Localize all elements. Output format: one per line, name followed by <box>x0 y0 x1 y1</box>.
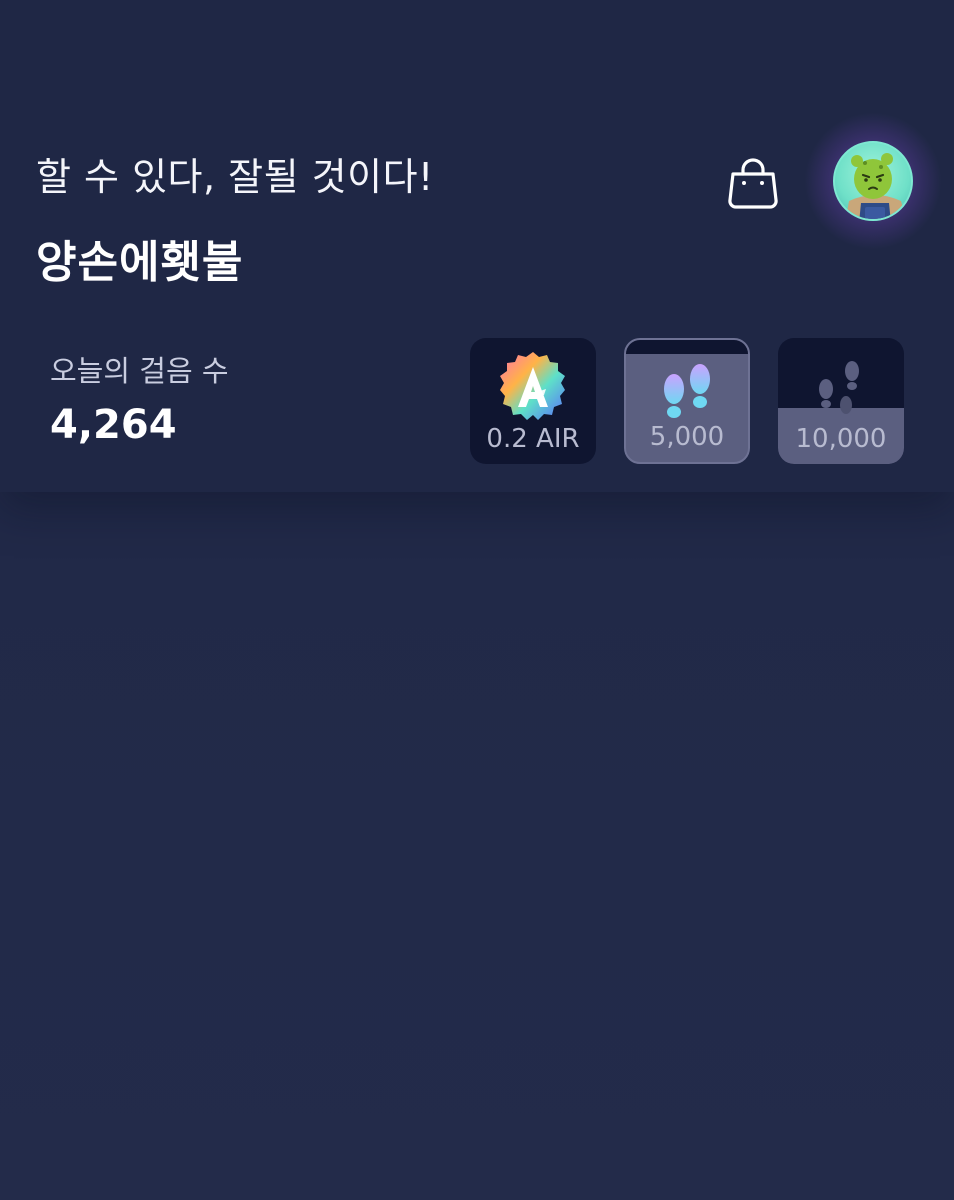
greeting-text: 할 수 있다, 잘될 것이다! <box>36 155 434 199</box>
steps-label: 오늘의 걸음 수 <box>50 354 229 388</box>
username: 양손에횃불 <box>36 237 244 288</box>
reward-5000-label: 5,000 <box>649 422 725 452</box>
shop-button[interactable] <box>722 152 784 214</box>
air-token-icon <box>500 352 565 420</box>
reward-air-label: 0.2 AIR <box>486 424 580 454</box>
reward-10000-tile[interactable]: 10,000 <box>778 338 904 464</box>
home-screen: 할 수 있다, 잘될 것이다! 양손에횃불 오늘의 걸음 수 4,264 0.2… <box>0 0 954 1200</box>
footsteps-icon <box>819 361 859 414</box>
steps-count: 4,264 <box>50 402 177 448</box>
footprints-icon <box>664 364 710 418</box>
reward-air-tile[interactable]: 0.2 AIR <box>470 338 596 464</box>
shopping-bag-icon <box>728 158 778 209</box>
avatar[interactable] <box>833 141 913 221</box>
reward-5000-tile[interactable]: 5,000 <box>624 338 750 464</box>
reward-10000-label: 10,000 <box>795 424 887 454</box>
